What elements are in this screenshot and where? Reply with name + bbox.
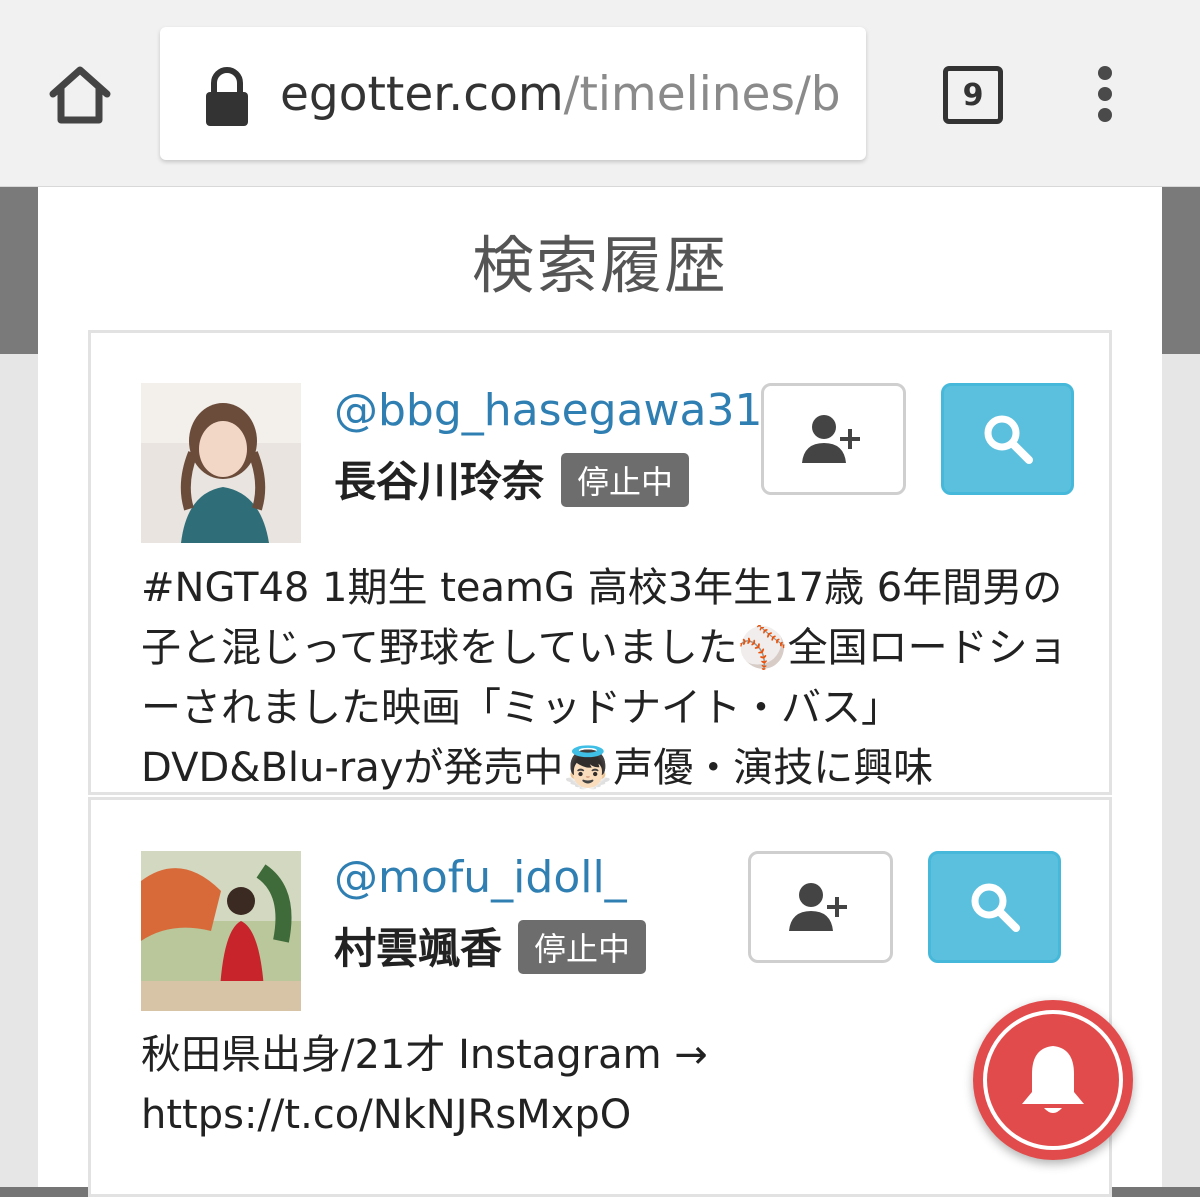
user-bio: #NGT48 1期生 teamG 高校3年生17歳 6年間男の子と混じって野球を… bbox=[141, 565, 1068, 791]
user-handle[interactable]: @bbg_hasegawa315 bbox=[334, 385, 790, 436]
address-bar[interactable]: egotter.com/timelines/b bbox=[160, 27, 866, 160]
avatar[interactable] bbox=[141, 851, 301, 1011]
status-badge: 停止中 bbox=[561, 453, 690, 507]
avatar[interactable] bbox=[141, 383, 301, 543]
page-title: 検索履歴 bbox=[471, 229, 728, 302]
home-icon bbox=[49, 66, 111, 124]
search-button[interactable] bbox=[928, 851, 1061, 963]
add-user-icon bbox=[801, 415, 860, 463]
tab-count: 9 bbox=[962, 77, 984, 113]
add-user-icon bbox=[788, 883, 847, 931]
lock-icon bbox=[206, 67, 248, 126]
search-icon bbox=[984, 415, 1033, 464]
url-domain: egotter.com bbox=[280, 67, 564, 122]
result-card: @bbg_hasegawa315 長谷川玲奈 停止中 #NGT48 1期生 te… bbox=[88, 330, 1112, 795]
user-name: 長谷川玲奈 bbox=[334, 457, 545, 506]
more-vert-icon[interactable] bbox=[1090, 66, 1120, 122]
bell-icon bbox=[1022, 1046, 1084, 1113]
notification-button[interactable] bbox=[973, 1000, 1133, 1160]
follow-button[interactable] bbox=[748, 851, 893, 963]
page-margin-right bbox=[1162, 187, 1200, 1187]
page-margin-left bbox=[0, 187, 38, 1187]
user-name: 村雲颯香 bbox=[334, 924, 503, 973]
url-path: /timelines/b bbox=[563, 67, 840, 122]
home-button[interactable] bbox=[40, 55, 120, 135]
search-icon bbox=[971, 883, 1020, 932]
status-badge: 停止中 bbox=[518, 920, 647, 974]
tab-switcher-button[interactable]: 9 bbox=[943, 66, 1003, 124]
url-text[interactable]: egotter.com/timelines/b bbox=[280, 65, 840, 125]
browser-toolbar: egotter.com/timelines/b 9 bbox=[0, 0, 1200, 187]
user-handle[interactable]: @mofu_idoll_ bbox=[334, 852, 627, 903]
user-bio: 秋田県出身/21才 Instagram → https://t.co/NkNJR… bbox=[141, 1032, 708, 1138]
search-button[interactable] bbox=[941, 383, 1074, 495]
follow-button[interactable] bbox=[761, 383, 906, 495]
result-card: @mofu_idoll_ 村雲颯香 停止中 秋田県出身/21才 Instagra… bbox=[88, 797, 1112, 1197]
